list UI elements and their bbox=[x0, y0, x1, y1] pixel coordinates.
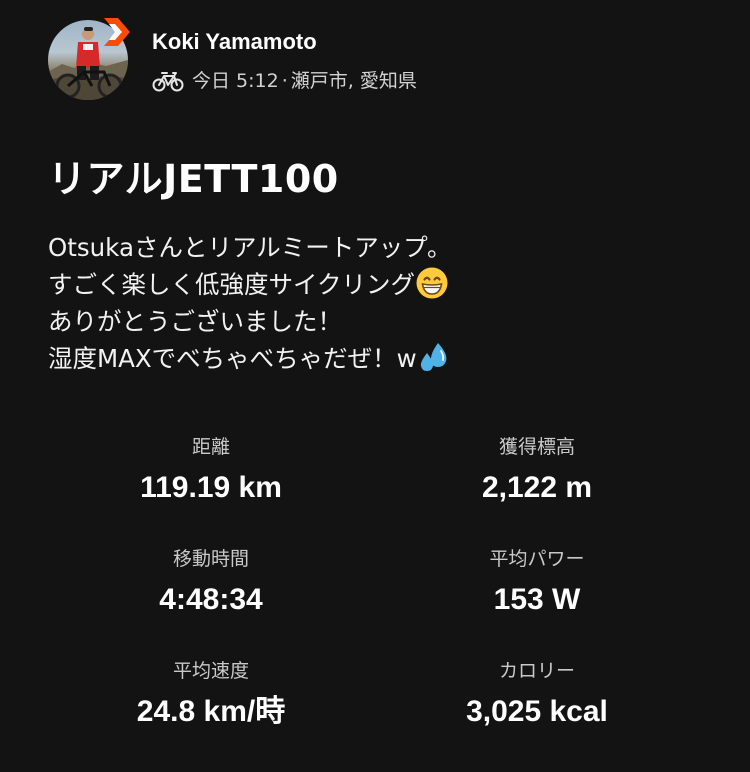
stat-label: カロリー bbox=[498, 660, 575, 682]
stats-grid: 距離 119.19 km 獲得標高 2,122 m 移動時間 4:48:34 平… bbox=[48, 432, 700, 768]
athlete-name[interactable]: Koki Yamamoto bbox=[152, 28, 417, 56]
stat-value: 153 W bbox=[493, 583, 581, 616]
description-text: 湿度MAXでべちゃべちゃだぜ！w bbox=[48, 344, 417, 373]
stat-average-power: 平均パワー 153 W bbox=[374, 544, 700, 656]
stat-label: 平均パワー bbox=[489, 548, 585, 570]
avatar-container[interactable] bbox=[48, 18, 130, 100]
stat-label: 移動時間 bbox=[172, 548, 249, 570]
stat-elevation-gain: 獲得標高 2,122 m bbox=[374, 432, 700, 544]
description-line: すごく楽しく低強度サイクリング bbox=[48, 266, 728, 303]
description-text: ありがとうございました！ bbox=[48, 307, 342, 336]
stat-average-speed: 平均速度 24.8 km/時 bbox=[48, 656, 374, 768]
stat-moving-time: 移動時間 4:48:34 bbox=[48, 544, 374, 656]
description-line: 湿度MAXでべちゃべちゃだぜ！w bbox=[48, 340, 728, 377]
stat-calories: カロリー 3,025 kcal bbox=[374, 656, 700, 768]
activity-title[interactable]: リアルJETT100 bbox=[48, 152, 339, 206]
stat-value: 119.19 km bbox=[140, 471, 282, 504]
stat-label: 距離 bbox=[191, 436, 230, 458]
stat-value: 2,122 m bbox=[481, 471, 593, 504]
stat-value: 4:48:34 bbox=[159, 583, 263, 616]
activity-time: 今日 5:12 bbox=[192, 70, 279, 92]
description-text: Otsukaさんとリアルミートアップ。 bbox=[48, 233, 452, 262]
bike-icon bbox=[152, 72, 184, 92]
stat-value: 24.8 km/時 bbox=[136, 695, 286, 728]
stat-label: 獲得標高 bbox=[498, 436, 575, 458]
grinning-face-emoji bbox=[416, 267, 448, 299]
stat-distance: 距離 119.19 km bbox=[48, 432, 374, 544]
activity-subline: 今日 5:12 · 瀬戸市, 愛知県 bbox=[152, 69, 417, 93]
sweat-droplets-emoji bbox=[420, 343, 447, 371]
description-text: すごく楽しく低強度サイクリング bbox=[48, 270, 416, 299]
activity-meta: Koki Yamamoto 今日 5:12 · 瀬戸市, 愛知県 bbox=[152, 18, 417, 93]
stat-label: 平均速度 bbox=[172, 660, 249, 682]
description-line: Otsukaさんとリアルミートアップ。 bbox=[48, 229, 728, 266]
activity-location: 瀬戸市, 愛知県 bbox=[290, 70, 417, 92]
subscriber-chevron-icon bbox=[104, 18, 130, 46]
activity-description: Otsukaさんとリアルミートアップ。 すごく楽しく低強度サイクリング ありがと… bbox=[48, 229, 728, 377]
meta-separator: · bbox=[281, 70, 288, 92]
activity-header: Koki Yamamoto 今日 5:12 · 瀬戸市, 愛知県 bbox=[48, 18, 417, 100]
description-line: ありがとうございました！ bbox=[48, 303, 728, 340]
stat-value: 3,025 kcal bbox=[466, 695, 608, 728]
